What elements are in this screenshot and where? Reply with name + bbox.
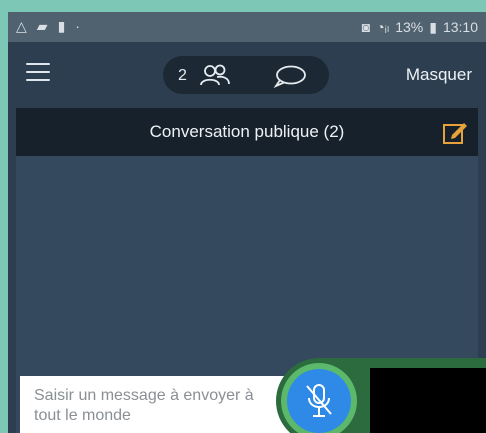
mic-overlay (276, 358, 486, 433)
status-indicators: ◙ ◔ᵢₗ 13% ▮ 13:10 (362, 19, 478, 35)
participant-count: 2 (178, 67, 187, 84)
app-toolbar: 2 Masquer (8, 42, 486, 108)
participants-chat-toggle[interactable]: 2 (163, 56, 329, 94)
alarm-icon: ◙ (361, 19, 371, 35)
people-icon[interactable] (199, 63, 231, 87)
battery-icon: ▮ (429, 19, 437, 35)
compose-icon[interactable] (442, 119, 468, 145)
status-bar: △ ▰ ▮ · ◙ ◔ᵢₗ 13% ▮ 13:10 (8, 12, 486, 42)
battery-percent: 13% (395, 19, 424, 35)
wifi-signal-icon: ◔ᵢₗ (376, 19, 390, 35)
video-preview (370, 368, 486, 433)
message-notification-icon: ▰ (36, 18, 48, 34)
chat-header: Conversation publique (2) (16, 108, 478, 156)
alert-triangle-icon: △ (16, 18, 27, 34)
app-frame: △ ▰ ▮ · ◙ ◔ᵢₗ 13% ▮ 13:10 2 Masquer Conv… (8, 12, 486, 433)
sim-icon: ▮ (57, 18, 66, 34)
message-input[interactable] (20, 376, 290, 433)
hide-button[interactable]: Masquer (406, 65, 472, 85)
mic-button[interactable] (287, 369, 351, 433)
hamburger-icon[interactable] (26, 63, 50, 85)
dot-icon: · (75, 18, 80, 34)
chat-title: Conversation publique (2) (149, 122, 345, 141)
mic-off-icon (306, 384, 332, 417)
clock-time: 13:10 (442, 19, 478, 35)
chat-bubble-icon[interactable] (273, 64, 307, 88)
status-notifications: △ ▰ ▮ · (16, 18, 80, 34)
